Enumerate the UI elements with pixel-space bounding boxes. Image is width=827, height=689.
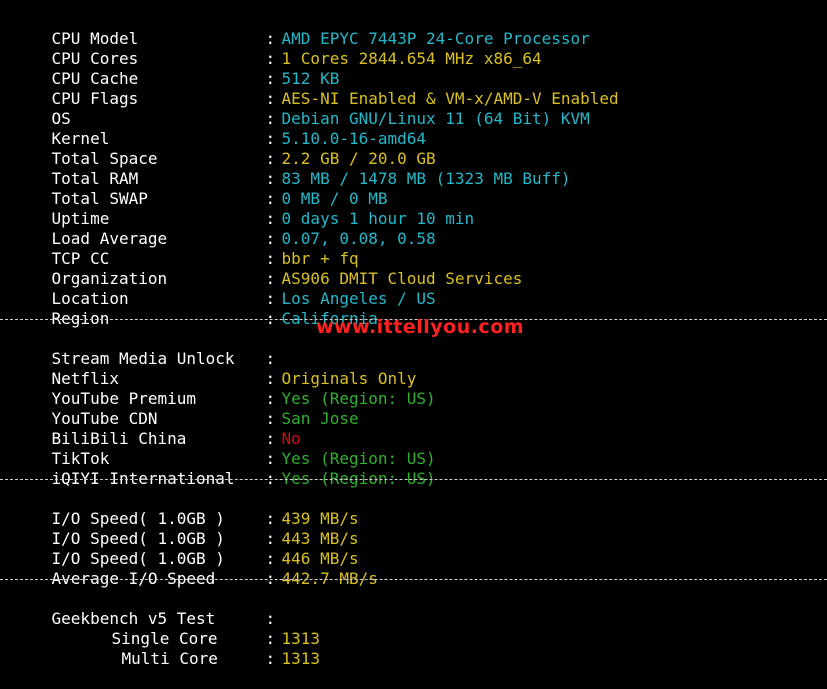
row-total-swap: Total SWAP:0 MB / 0 MB — [13, 169, 388, 208]
row-io-speed-1: I/O Speed( 1.0GB ):439 MB/s — [13, 489, 359, 528]
row-total-ram: Total RAM:83 MB / 1478 MB (1323 MB Buff) — [13, 149, 571, 188]
row-value: 1313 — [281, 649, 321, 668]
row-organization: Organization: AS906 DMIT Cloud Services — [13, 249, 523, 288]
row-location: Location: Los Angeles / US — [13, 269, 436, 308]
row-separator: : — [265, 649, 276, 668]
row-bilibili-china: BiliBili China: No — [13, 409, 301, 448]
watermark: www.ittellyou.com — [316, 316, 525, 338]
row-region: Region: California — [13, 289, 378, 328]
stream-header-row: Stream Media Unlock: — [13, 329, 282, 368]
row-tcp-cc: TCP CC: bbr + fq — [13, 229, 359, 268]
divider — [0, 579, 827, 580]
row-youtube-premium: YouTube Premium: Yes (Region: US) — [13, 369, 436, 408]
row-multi-core: Multi Core:1313 — [83, 629, 321, 668]
row-youtube-cdn: YouTube CDN: San Jose — [13, 389, 359, 428]
row-cpu-cores: CPU Cores:1 Cores 2844.654 MHz x86_64 — [13, 29, 542, 68]
row-uptime: Uptime:0 days 1 hour 10 min — [13, 189, 475, 228]
terminal-window[interactable]: CPU Model: AMD EPYC 7443P 24-Core Process… — [0, 0, 827, 668]
row-iqiyi-international: iQIYI International: Yes (Region: US) — [13, 449, 436, 488]
row-total-space: Total Space:2.2 GB / 20.0 GB — [13, 129, 436, 168]
row-label: Multi Core — [121, 649, 218, 668]
row-cpu-model: CPU Model: AMD EPYC 7443P 24-Core Process… — [13, 9, 590, 48]
divider — [0, 479, 827, 480]
row-cpu-flags: CPU Flags: AES-NI Enabled & VM-x/AMD-V En… — [13, 69, 619, 108]
row-netflix: Netflix: Originals Only — [13, 349, 417, 388]
row-average-io-speed: Average I/O Speed:442.7 MB/s — [13, 549, 378, 588]
geekbench-header-row: Geekbench v5 Test: — [13, 589, 282, 628]
row-cpu-cache: CPU Cache:512 KB — [13, 49, 340, 88]
row-tiktok: TikTok: Yes (Region: US) — [13, 429, 436, 468]
row-kernel: Kernel:5.10.0-16-amd64 — [13, 109, 427, 148]
row-single-core: Single Core:1313 — [73, 609, 321, 648]
row-os: OS: Debian GNU/Linux 11 (64 Bit) KVM — [13, 89, 590, 128]
row-load-average: Load Average:0.07, 0.08, 0.58 — [13, 209, 436, 248]
row-io-speed-2: I/O Speed( 1.0GB ):443 MB/s — [13, 509, 359, 548]
row-io-speed-3: I/O Speed( 1.0GB ):446 MB/s — [13, 529, 359, 568]
